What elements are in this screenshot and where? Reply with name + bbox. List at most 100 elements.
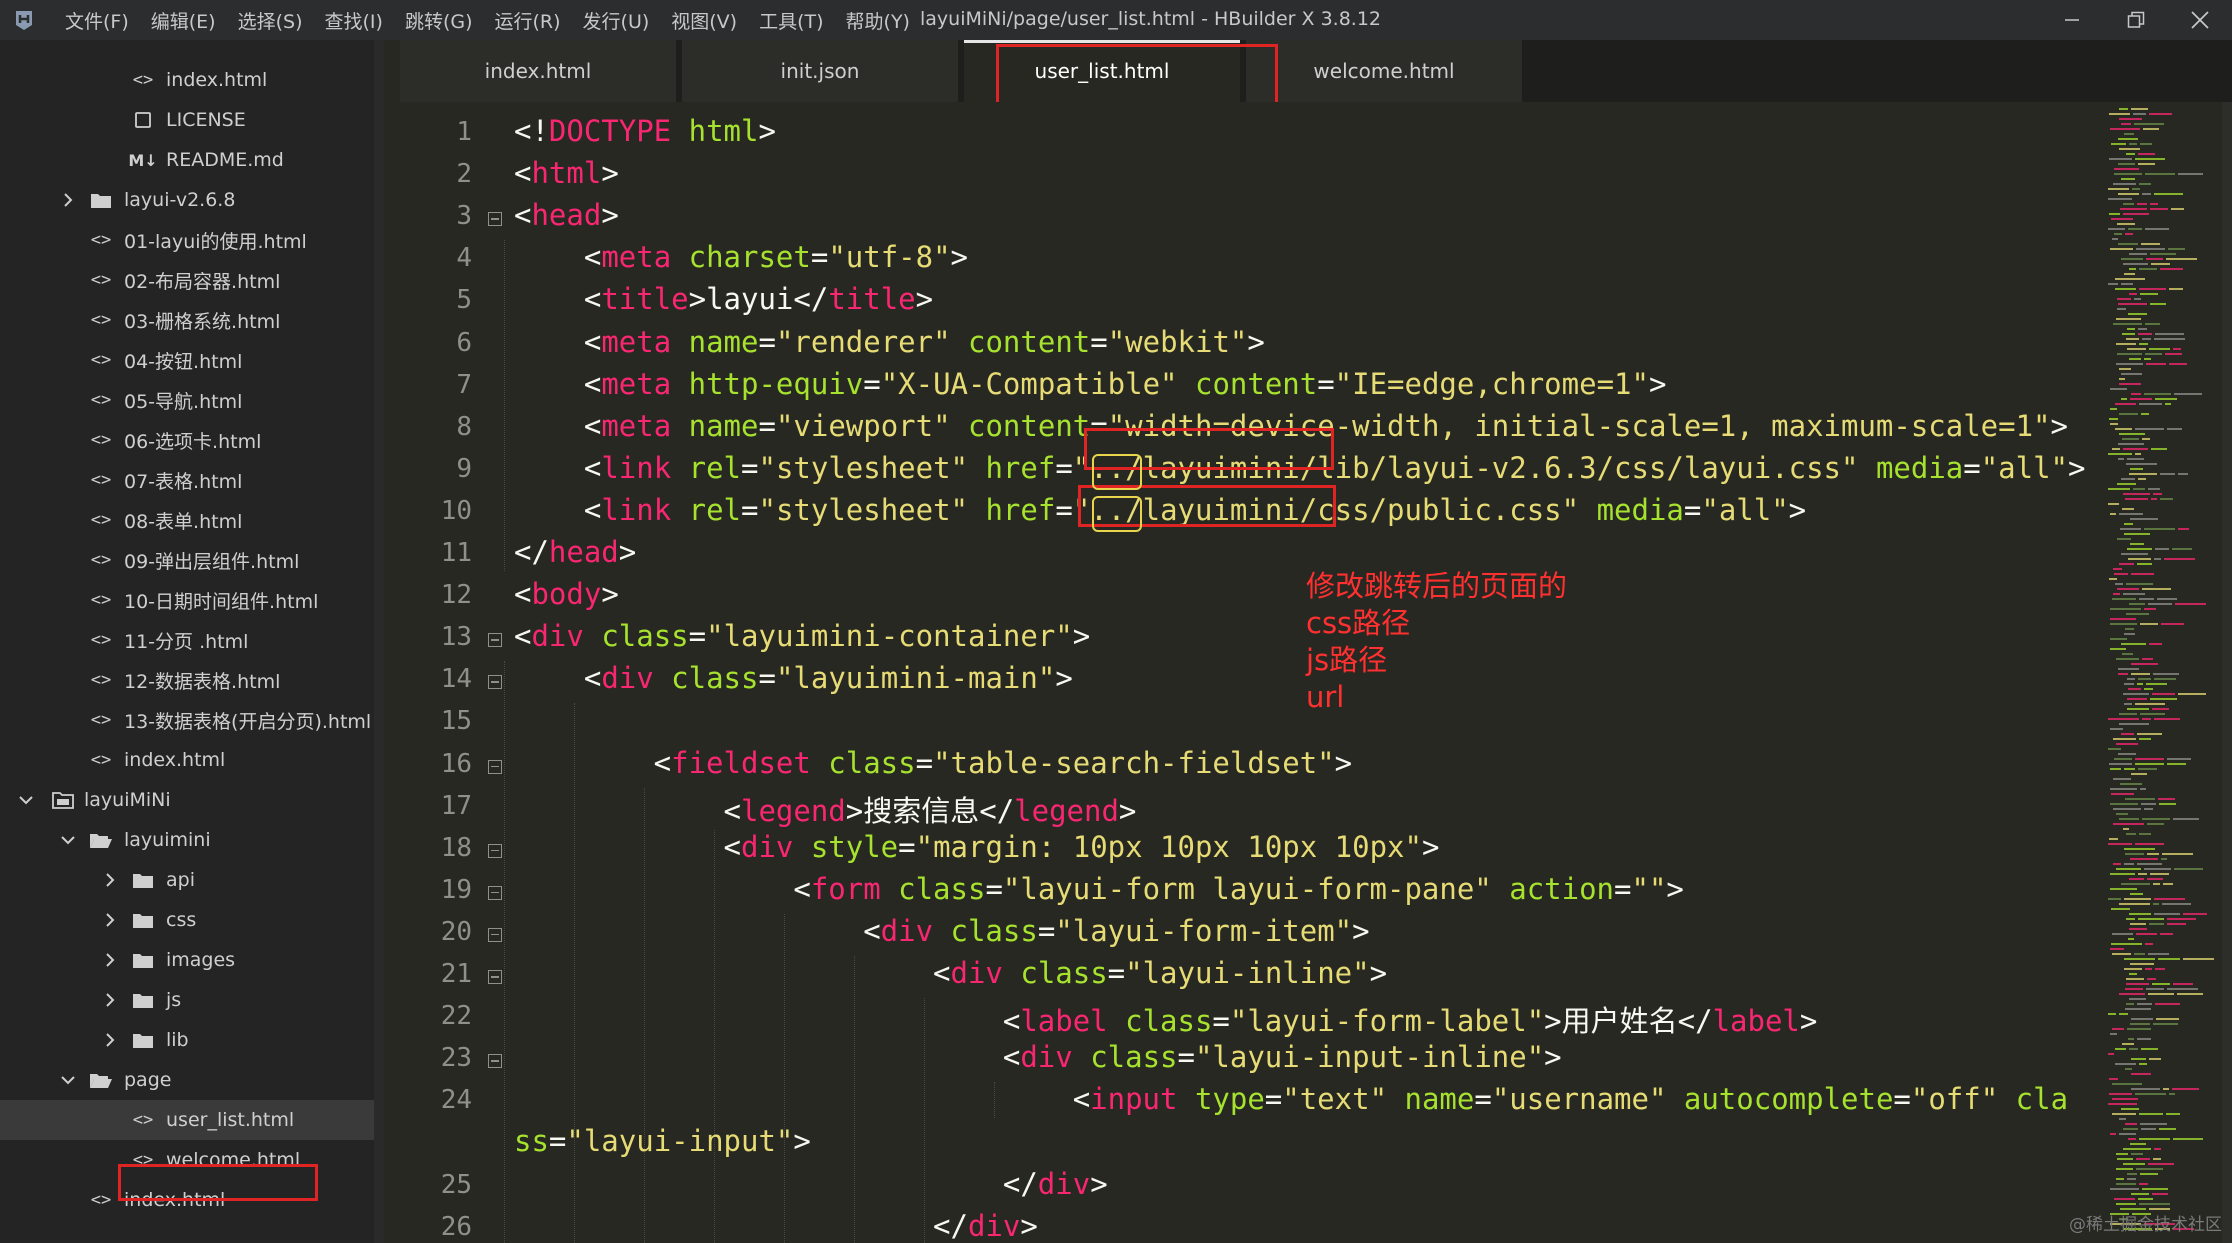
code-token: link [601,492,672,527]
tree-file[interactable]: <> index.html [0,740,384,780]
tree-folder[interactable]: page [0,1060,384,1100]
tree-file[interactable]: <> 11-分页 .html [0,620,384,660]
restore-button[interactable] [2104,0,2168,40]
code-line[interactable]: <html> [514,156,619,190]
tree-file[interactable]: LICENSE [0,100,384,140]
code-line[interactable]: <legend>搜索信息</legend> [514,788,1137,830]
minimap-line [2117,483,2136,485]
menu-item[interactable]: 运行(R) [484,7,572,34]
tree-file[interactable]: <> 12-数据表格.html [0,660,384,700]
menu-item[interactable]: 选择(S) [227,7,314,34]
tree-folder[interactable]: css [0,900,384,940]
tree-folder[interactable]: images [0,940,384,980]
sidebar-scrollbar[interactable] [374,40,384,1243]
code-editor[interactable]: 1 2 3 4 5 6 7 8 9 10 11 12 13 14 15 16 17 18 19 20 21 22 23 24 2… [400,102,2100,1243]
code-line[interactable]: <fieldset class="table-search-fieldset"> [514,746,1352,780]
tree-file[interactable]: <> 04-按钮.html [0,340,384,380]
code-line[interactable]: <meta charset="utf-8"> [514,240,968,274]
fold-toggle-icon[interactable] [488,885,502,900]
code-line[interactable]: </div> [514,1167,1108,1201]
tree-file[interactable]: <> 02-布局容器.html [0,260,384,300]
editor-tab[interactable]: welcome.html [1246,40,1524,102]
code-line[interactable]: <input type="text" name="username" autoc… [514,1082,2068,1116]
tree-file[interactable]: <> 13-数据表格(开启分页).html [0,700,384,740]
code-line[interactable]: <meta http-equiv="X-UA-Compatible" conte… [514,367,1667,401]
minimap[interactable] [2100,102,2232,1243]
tree-folder[interactable]: api [0,860,384,900]
chevron-right-icon[interactable] [100,1030,120,1050]
code-line[interactable]: </div> [514,1209,1038,1243]
tree-file[interactable]: <> 10-日期时间组件.html [0,580,384,620]
code-line[interactable]: <label class="layui-form-label">用户姓名</la… [514,998,1818,1040]
minimize-button[interactable] [2040,0,2104,40]
fold-toggle-icon[interactable] [488,843,502,858]
code-line[interactable]: <body> [514,577,619,611]
fold-toggle-icon[interactable] [488,970,502,984]
fold-toggle-icon[interactable] [488,927,502,942]
fold-toggle-icon[interactable] [488,633,502,648]
editor-tab[interactable]: init.json [682,40,960,102]
tree-file[interactable]: <> 08-表单.html [0,500,384,540]
minimap-line [2130,1143,2146,1145]
chevron-down-icon[interactable] [58,830,78,850]
tree-file[interactable]: <> 03-栅格系统.html [0,300,384,340]
menu-item[interactable]: 视图(V) [660,7,748,34]
editor-scrollbar[interactable] [2222,102,2232,1243]
code-line[interactable]: <div class="layui-input-inline"> [514,1040,1562,1074]
menu-item[interactable]: 发行(U) [572,7,661,34]
tree-file[interactable]: <> index.html [0,60,384,100]
menu-item[interactable]: 文件(F) [54,7,140,34]
minimap-line [2117,1158,2133,1160]
tree-folder[interactable]: layuimini [0,820,384,860]
menu-item[interactable]: 跳转(G) [394,7,484,34]
chevron-down-icon[interactable] [16,790,36,810]
tree-folder[interactable]: layui-v2.6.8 [0,180,384,220]
minimap-line [2139,1203,2170,1205]
tree-file[interactable]: <> 01-layui的使用.html [0,220,384,260]
menu-item[interactable]: 工具(T) [748,7,834,34]
code-line[interactable]: <div class="layui-form-item"> [514,914,1369,948]
fold-toggle-icon[interactable] [488,759,502,774]
plain-file-icon [130,109,156,131]
minimap-line [2155,968,2165,970]
tree-file[interactable]: <> 06-选项卡.html [0,420,384,460]
minimap-line [2111,908,2130,910]
chevron-right-icon[interactable] [100,910,120,930]
chevron-right-icon[interactable] [100,950,120,970]
editor-tab[interactable]: index.html [400,40,678,102]
chevron-down-icon[interactable] [58,1070,78,1090]
code-line[interactable]: <form class="layui-form layui-form-pane"… [514,872,1684,906]
chevron-right-icon[interactable] [100,990,120,1010]
tree-file[interactable]: M↓ README.md [0,140,384,180]
menu-item[interactable]: 编辑(E) [140,7,227,34]
menu-item[interactable]: 查找(I) [314,7,394,34]
fold-toggle-icon[interactable] [488,1054,502,1069]
code-line[interactable]: <div style="margin: 10px 10px 10px 10px"… [514,830,1440,864]
code-line[interactable]: </head> [514,535,636,569]
tree-folder[interactable]: layuiMiNi [0,780,384,820]
tree-file[interactable]: <> 05-导航.html [0,380,384,420]
code-line[interactable]: <meta name="renderer" content="webkit"> [514,325,1265,359]
chevron-right-icon[interactable] [100,870,120,890]
code-line[interactable]: <head> [514,198,619,232]
code-line[interactable]: <div class="layuimini-container"> [514,619,1090,653]
chevron-right-icon[interactable] [58,190,78,210]
fold-toggle-icon[interactable] [488,675,502,690]
minimap-line [2117,308,2126,310]
code-line[interactable]: <div class="layuimini-main"> [514,661,1073,695]
tree-file[interactable]: <> 09-弹出层组件.html [0,540,384,580]
tree-file[interactable]: <> user_list.html [0,1100,384,1140]
menu-item[interactable]: 帮助(Y) [835,7,921,34]
tree-folder[interactable]: lib [0,1020,384,1060]
code-line[interactable]: ss="layui-input"> [514,1124,811,1158]
minimap-line [2126,833,2136,835]
code-line[interactable]: <!DOCTYPE html> [514,114,776,148]
code-token: "text" [1282,1082,1388,1117]
tree-file[interactable]: <> 07-表格.html [0,460,384,500]
close-button[interactable] [2168,0,2232,40]
fold-toggle-icon[interactable] [488,212,502,227]
code-line[interactable]: <div class="layui-inline"> [514,956,1387,990]
code-line[interactable]: <title>layui</title> [514,282,933,316]
tree-folder[interactable]: js [0,980,384,1020]
